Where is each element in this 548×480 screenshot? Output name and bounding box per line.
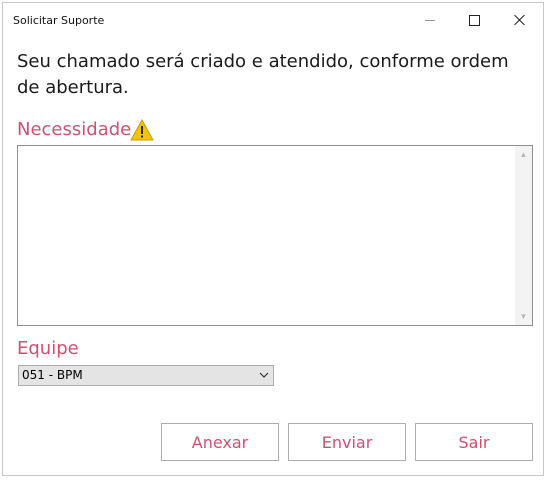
maximize-button[interactable] [452, 3, 497, 37]
minimize-icon [424, 19, 435, 21]
window-title: Solicitar Suporte [13, 14, 105, 27]
necessity-textarea[interactable] [18, 146, 516, 325]
team-select[interactable]: 051 - BPM [18, 365, 274, 386]
minimize-button[interactable] [407, 3, 452, 37]
close-icon [514, 14, 526, 26]
warning-icon [130, 119, 154, 141]
necessity-textarea-container: ▲ ▼ [17, 145, 533, 326]
chevron-down-icon [259, 372, 269, 378]
title-bar: Solicitar Suporte [3, 3, 543, 37]
team-label: Equipe [17, 338, 79, 359]
attach-button[interactable]: Anexar [161, 423, 279, 461]
scroll-down-icon[interactable]: ▼ [515, 308, 532, 325]
team-selected-value: 051 - BPM [22, 368, 83, 382]
info-message: Seu chamado será criado e atendido, conf… [17, 51, 509, 98]
maximize-icon [469, 14, 480, 26]
scroll-up-icon[interactable]: ▲ [515, 146, 532, 163]
exit-button[interactable]: Sair [415, 423, 533, 461]
vertical-scrollbar[interactable]: ▲ ▼ [515, 146, 532, 325]
close-button[interactable] [497, 3, 542, 37]
support-dialog: Solicitar Suporte Seu chamado será criad… [2, 2, 544, 476]
send-button[interactable]: Enviar [288, 423, 406, 461]
necessity-label: Necessidade [17, 119, 132, 140]
